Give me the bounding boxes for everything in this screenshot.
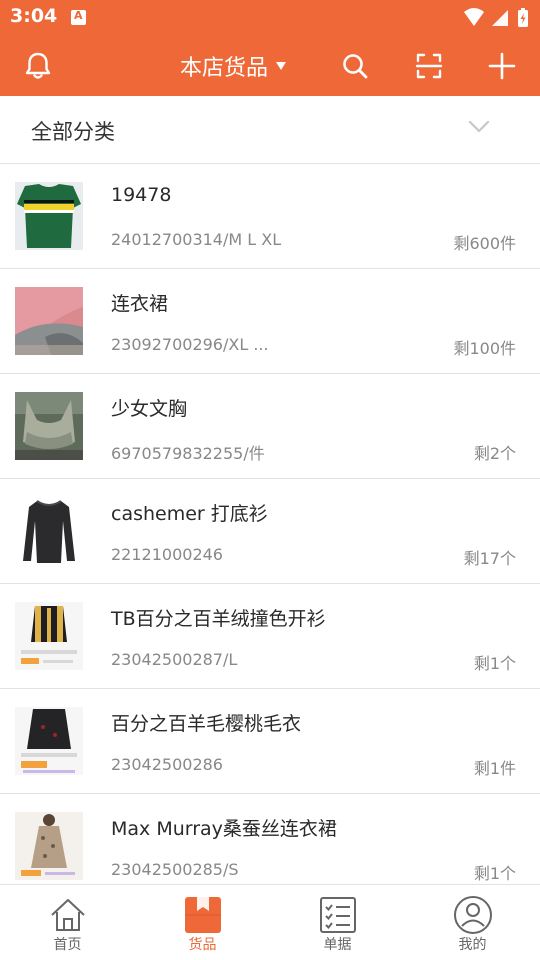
product-thumbnail (15, 812, 83, 880)
product-stock: 剩2个 (473, 444, 516, 463)
nav-label: 货品 (188, 937, 217, 953)
app-bar: 本店货品 (0, 36, 540, 96)
nav-item-goods[interactable]: 货品 (135, 885, 270, 960)
status-time: 3:04 (10, 5, 58, 27)
category-filter[interactable]: 全部分类 (0, 96, 540, 164)
page-title: 本店货品 (180, 56, 269, 81)
product-row[interactable]: cashemer 打底衫 22121000246 剩17个 (0, 479, 540, 584)
product-stock: 剩17个 (463, 549, 516, 568)
battery-icon (518, 8, 528, 27)
product-name: Max Murray桑蚕丝连衣裙 (111, 818, 337, 840)
scan-icon[interactable] (411, 48, 447, 84)
product-thumbnail (15, 182, 83, 250)
product-code: 23042500287/L (111, 650, 238, 669)
product-thumbnail (15, 707, 83, 775)
list-doc-icon (319, 897, 356, 933)
product-list[interactable]: 19478 24012700314/M L XL 剩600件 连衣裙 23092… (0, 164, 540, 884)
product-stock: 剩1个 (473, 864, 516, 883)
nav-label: 我的 (458, 937, 487, 953)
product-row[interactable]: 连衣裙 23092700296/XL ... 剩100件 (0, 269, 540, 374)
product-thumbnail (15, 602, 83, 670)
product-code: 23092700296/XL ... (111, 335, 269, 354)
product-code: 24012700314/M L XL (111, 230, 282, 249)
product-code: 23042500285/S (111, 860, 239, 879)
caret-down-icon (276, 62, 287, 70)
product-name: 百分之百羊毛樱桃毛衣 (111, 713, 302, 735)
product-stock: 剩1个 (473, 654, 516, 673)
profile-icon (453, 896, 492, 934)
product-name: cashemer 打底衫 (111, 503, 268, 525)
nav-label: 单据 (323, 937, 352, 953)
goods-box-icon (184, 897, 221, 933)
bell-icon[interactable] (20, 48, 56, 84)
wifi-icon (464, 8, 484, 26)
product-row[interactable]: TB百分之百羊绒撞色开衫 23042500287/L 剩1个 (0, 584, 540, 689)
app-notification-icon (71, 9, 86, 25)
product-row[interactable]: Max Murray桑蚕丝连衣裙 23042500285/S 剩1个 (0, 794, 540, 884)
product-code: 23042500286 (111, 755, 223, 774)
nav-item-profile[interactable]: 我的 (405, 885, 540, 960)
product-name: 连衣裙 (111, 293, 169, 315)
product-thumbnail (15, 497, 83, 565)
signal-icon (492, 10, 508, 26)
status-bar: 3:04 (0, 0, 540, 36)
nav-item-home[interactable]: 首页 (0, 885, 135, 960)
product-stock: 剩600件 (453, 234, 516, 253)
store-goods-dropdown[interactable]: 本店货品 (180, 50, 287, 82)
nav-label: 首页 (53, 937, 82, 953)
search-icon[interactable] (337, 48, 373, 84)
nav-item-orders[interactable]: 单据 (270, 885, 405, 960)
product-row[interactable]: 19478 24012700314/M L XL 剩600件 (0, 164, 540, 269)
add-icon[interactable] (484, 48, 520, 84)
product-stock: 剩1件 (473, 759, 516, 778)
product-thumbnail (15, 287, 83, 355)
app-root: 3:04 本店货品 (0, 0, 540, 960)
product-name: 19478 (111, 184, 172, 206)
product-name: TB百分之百羊绒撞色开衫 (111, 608, 326, 630)
product-row[interactable]: 百分之百羊毛樱桃毛衣 23042500286 剩1件 (0, 689, 540, 794)
product-code: 22121000246 (111, 545, 223, 564)
category-label: 全部分类 (31, 120, 115, 144)
product-row[interactable]: 少女文胸 6970579832255/件 剩2个 (0, 374, 540, 479)
status-system-icons (464, 8, 528, 27)
bottom-nav: 首页 货品 单据 我的 (0, 884, 540, 960)
product-code: 6970579832255/件 (111, 444, 265, 463)
product-stock: 剩100件 (453, 339, 516, 358)
product-thumbnail (15, 392, 83, 460)
chevron-down-icon (468, 120, 490, 133)
product-name: 少女文胸 (111, 398, 188, 420)
home-icon (50, 899, 85, 931)
